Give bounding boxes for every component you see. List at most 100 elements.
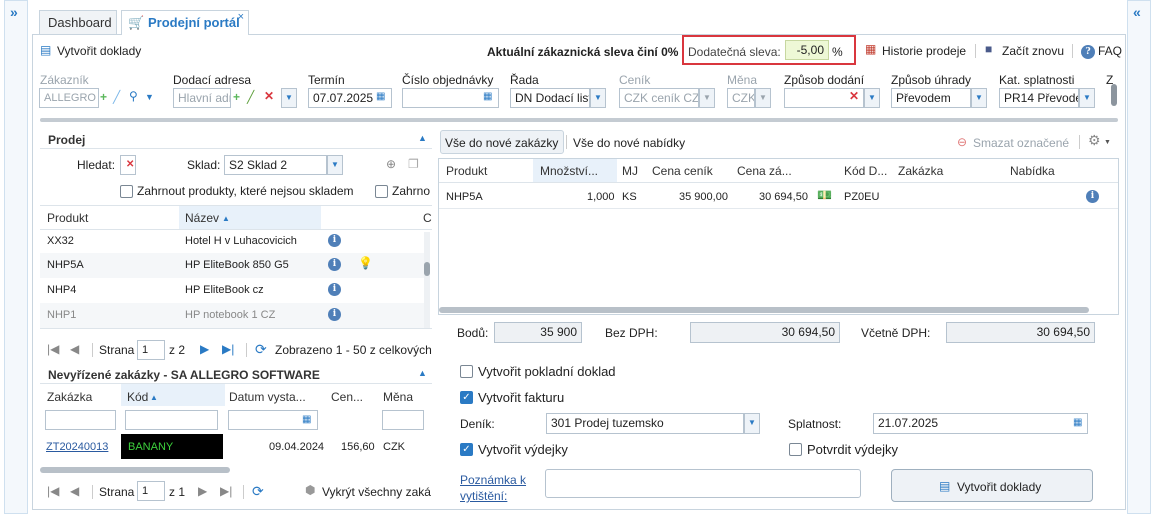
search-icon[interactable]: ⚲ xyxy=(129,89,138,103)
col-quantity[interactable]: Množství... xyxy=(540,164,598,178)
edit-icon[interactable]: ╱ xyxy=(247,90,254,104)
collapse-up-icon[interactable]: ▲ xyxy=(418,366,427,380)
col-product[interactable]: Produkt xyxy=(47,211,88,225)
warehouse-input[interactable]: S2 Sklad 2 xyxy=(224,155,327,175)
info-icon[interactable]: i xyxy=(1086,190,1099,203)
table-row[interactable]: ZT20240013 BANANY 09.04.2024 156,60 CZK xyxy=(40,434,424,460)
pricelist-input[interactable]: CZK ceník CZK xyxy=(619,88,699,108)
currency-dropdown[interactable]: ▼ xyxy=(755,88,771,108)
first-page-icon[interactable]: |◀ xyxy=(47,484,59,498)
warehouse-dropdown[interactable]: ▼ xyxy=(327,155,343,175)
pricelist-dropdown[interactable]: ▼ xyxy=(699,88,715,108)
tab-dashboard[interactable]: Dashboard xyxy=(39,10,117,34)
clear-icon[interactable]: ✕ xyxy=(264,89,274,103)
col-date[interactable]: Datum vysta... xyxy=(229,390,306,404)
next-page-icon[interactable]: ▶ xyxy=(200,342,209,356)
first-page-icon[interactable]: |◀ xyxy=(47,342,59,356)
table-row[interactable]: NHP5A 1,000 KS 35 900,00 30 694,50 💵 PZ0… xyxy=(439,183,1118,209)
note-label-line1[interactable]: Poznámka k xyxy=(460,473,526,487)
gear-icon[interactable]: ⚙ xyxy=(1088,133,1101,147)
confirm-issue-checkbox[interactable] xyxy=(789,443,802,456)
refresh-icon[interactable]: ⟳ xyxy=(255,341,267,358)
right-collapse-bar[interactable]: « xyxy=(1127,0,1151,514)
last-page-icon[interactable]: ▶| xyxy=(220,484,232,498)
due-date-input[interactable]: 21.07.2025 xyxy=(873,413,1088,434)
currency-input[interactable]: CZK xyxy=(727,88,755,108)
info-icon[interactable]: i xyxy=(328,234,341,247)
history-link[interactable]: Historie prodeje xyxy=(882,44,966,58)
money-icon[interactable]: 💵 xyxy=(817,188,832,202)
last-page-icon[interactable]: ▶| xyxy=(222,342,234,356)
calendar-icon[interactable]: ▦ xyxy=(376,90,385,104)
add-icon[interactable]: + xyxy=(233,90,240,104)
due-category-dropdown[interactable]: ▼ xyxy=(1079,88,1095,108)
table-row[interactable]: NHP1 HP notebook 1 CZ i xyxy=(40,303,424,328)
issue-checkbox[interactable]: ✓ xyxy=(460,443,473,456)
order-link[interactable]: ZT20240013 xyxy=(46,441,108,453)
col-quote[interactable]: Nabídka xyxy=(1010,164,1055,178)
create-docs-top-button[interactable]: Vytvořit doklady xyxy=(57,44,141,58)
clear-search-icon[interactable]: ✕ xyxy=(126,158,134,172)
include2-checkbox[interactable] xyxy=(375,185,388,198)
series-input[interactable]: DN Dodací list xyxy=(510,88,590,108)
cart-hscroll[interactable] xyxy=(439,307,1089,313)
calendar-icon[interactable]: ▦ xyxy=(1073,416,1082,430)
delete-marked-button[interactable]: Smazat označené xyxy=(973,136,1069,150)
form-hscroll[interactable] xyxy=(40,118,1118,122)
address-dropdown[interactable]: ▼ xyxy=(281,88,297,108)
col-unit[interactable]: MJ xyxy=(622,164,638,178)
table-row[interactable]: XX32 Hotel H v Luhacovicich i xyxy=(40,230,424,254)
col-base-price[interactable]: Cena zá... xyxy=(737,164,792,178)
expose-all-button[interactable]: Vykrýt všechny zaká xyxy=(322,485,431,499)
info-icon[interactable]: i xyxy=(328,258,341,271)
table-row[interactable]: NHP5A HP EliteBook 850 G5 i 💡 xyxy=(40,253,424,278)
include-out-of-stock-checkbox[interactable] xyxy=(120,185,133,198)
filter-code[interactable] xyxy=(125,410,218,430)
chevron-down-icon[interactable]: ▼ xyxy=(145,90,154,104)
copy-icon[interactable]: ❐ xyxy=(408,157,419,171)
filter-currency[interactable] xyxy=(382,410,424,430)
left-collapse-bar[interactable]: » xyxy=(4,0,28,514)
note-input[interactable] xyxy=(545,469,861,498)
col-product[interactable]: Produkt xyxy=(446,164,487,178)
info-icon[interactable]: i xyxy=(328,283,341,296)
clear-icon[interactable]: ✕ xyxy=(849,89,859,103)
all-to-quote-button[interactable]: Vše do nové nabídky xyxy=(573,136,685,150)
customer-input[interactable]: ALLEGRO xyxy=(39,88,99,108)
collapse-up-icon[interactable]: ▲ xyxy=(418,131,427,145)
chevron-down-icon[interactable]: ▼ xyxy=(1104,136,1111,150)
page-input[interactable]: 1 xyxy=(137,340,165,360)
col-list-price[interactable]: Cena ceník xyxy=(652,164,713,178)
page-input[interactable]: 1 xyxy=(137,481,165,501)
next-page-icon[interactable]: ▶ xyxy=(198,484,207,498)
close-tab-icon[interactable]: × xyxy=(238,11,244,23)
product-vscroll[interactable] xyxy=(424,232,430,328)
faq-link[interactable]: FAQ xyxy=(1098,44,1122,58)
tab-sales-portal[interactable]: 🛒 Prodejní portál × xyxy=(121,10,249,35)
add-icon[interactable]: + xyxy=(100,90,107,104)
invoice-checkbox[interactable]: ✓ xyxy=(460,391,473,404)
col-order[interactable]: Zakázka xyxy=(47,390,92,404)
payment-input[interactable]: Převodem xyxy=(891,88,971,108)
col-c[interactable]: C xyxy=(423,211,432,225)
product-vscroll-thumb[interactable] xyxy=(424,262,430,276)
journal-input[interactable]: 301 Prodej tuzemsko xyxy=(546,413,744,434)
filter-order[interactable] xyxy=(45,410,116,430)
col-name[interactable]: Název xyxy=(185,211,219,225)
due-category-input[interactable]: PR14 Převoder xyxy=(999,88,1079,108)
lightbulb-icon[interactable]: 💡 xyxy=(358,256,373,270)
series-dropdown[interactable]: ▼ xyxy=(590,88,606,108)
address-input[interactable]: Hlavní adr xyxy=(173,88,231,108)
form-vscroll[interactable] xyxy=(1111,84,1117,106)
delivery-dropdown[interactable]: ▼ xyxy=(864,88,880,108)
keyboard-icon[interactable]: ▦ xyxy=(483,90,492,104)
payment-dropdown[interactable]: ▼ xyxy=(971,88,987,108)
note-label-line2[interactable]: vytištění: xyxy=(460,489,507,503)
refresh-icon[interactable]: ⟳ xyxy=(252,483,264,500)
extra-discount-input[interactable]: -5,00 xyxy=(785,40,829,60)
add-circle-icon[interactable]: ⊕ xyxy=(386,157,396,171)
col-code[interactable]: Kód xyxy=(127,390,148,404)
col-currency[interactable]: Měna xyxy=(383,390,413,404)
cash-doc-checkbox[interactable] xyxy=(460,365,473,378)
orders-hscroll[interactable] xyxy=(40,467,230,473)
